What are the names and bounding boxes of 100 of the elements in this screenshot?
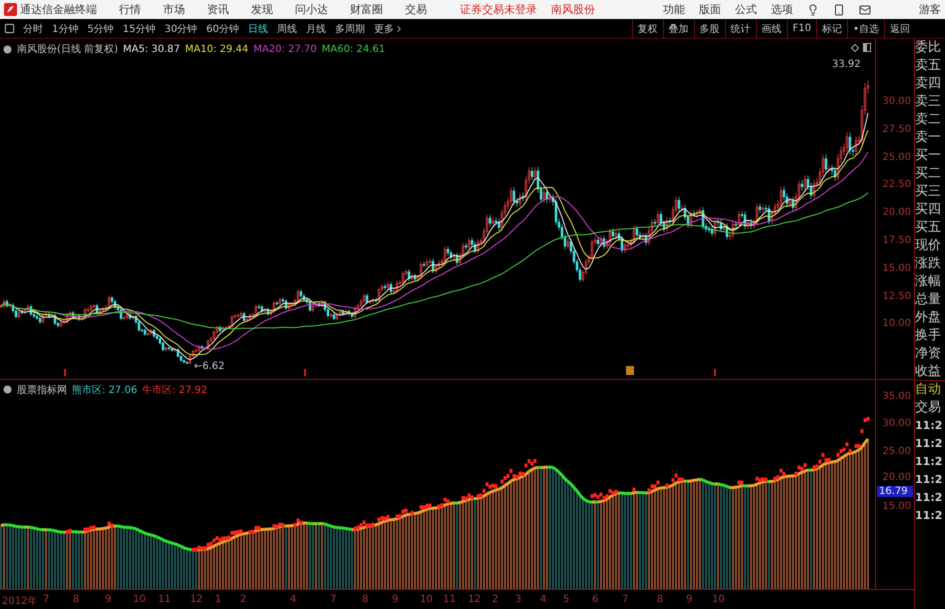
menu-item[interactable]: 问小达: [295, 2, 328, 17]
period-tab[interactable]: 月线: [306, 22, 326, 36]
trade-time: 11:2: [915, 472, 944, 488]
quote-label: 买四: [915, 201, 942, 219]
quote-label: 买二: [915, 165, 942, 183]
time-axis-label: 7: [622, 594, 628, 606]
trade-time: 11:2: [915, 454, 944, 470]
quote-label: 卖三: [915, 93, 942, 111]
trade-time: 11:2: [915, 490, 944, 506]
menu-item[interactable]: 资讯: [207, 2, 229, 17]
app-title: 通达信金融终端: [20, 2, 97, 17]
indicator-legend: 熊市区: 27.06: [72, 382, 138, 397]
menu-item[interactable]: 财富圈: [350, 2, 383, 17]
period-tab[interactable]: 30分钟: [164, 22, 198, 36]
panel-icon[interactable]: [863, 43, 871, 52]
period-tab[interactable]: 周线: [276, 22, 297, 36]
period-tab[interactable]: 15分钟: [122, 22, 156, 36]
quote-label: 涨跌: [915, 255, 942, 273]
price-axis-label: 25.00: [882, 152, 912, 163]
menu-item[interactable]: 交易: [405, 2, 427, 17]
quote-label: 买三: [915, 183, 942, 201]
time-axis-label: 1: [215, 594, 222, 606]
time-axis-label: 10: [712, 594, 725, 606]
event-marker-icon[interactable]: [64, 369, 66, 376]
period-tab[interactable]: 分时: [23, 22, 43, 36]
square-icon[interactable]: [4, 23, 15, 34]
user-link[interactable]: 游客: [919, 2, 941, 17]
trade-header: 交易: [915, 399, 942, 417]
ma-legend: MA5: 30.87: [122, 44, 180, 54]
price-axis-label: 30.00: [882, 96, 912, 107]
menu-item[interactable]: 公式: [735, 2, 757, 17]
diamond-icon[interactable]: [851, 44, 859, 52]
quote-label: 卖四: [915, 75, 942, 93]
time-axis-label: 9: [392, 594, 398, 606]
price-axis-label: 10.00: [882, 318, 912, 330]
time-axis-label: 2012年: [2, 595, 38, 608]
indicator-axis-label: 15.00: [882, 500, 912, 512]
time-axis-label: 8: [362, 594, 368, 606]
time-axis-label: 2: [492, 594, 498, 606]
menu-item[interactable]: 功能: [663, 2, 685, 17]
quote-label: 现价: [915, 237, 942, 255]
ma-legend: MA20: 27.70: [253, 44, 317, 54]
time-axis-label: 4: [540, 594, 546, 606]
ma-legend: MA60: 24.61: [322, 44, 386, 54]
price-axis-label: 22.50: [882, 179, 912, 190]
period-tab[interactable]: 60分钟: [206, 22, 239, 36]
time-axis-label: 11: [443, 594, 456, 606]
period-tab[interactable]: 更多: [374, 22, 404, 36]
time-axis-label: 8: [657, 594, 664, 606]
indicator-title: 股票指标网: [17, 384, 67, 397]
menu-item[interactable]: 版面: [699, 2, 721, 17]
current-value-tag: 16.79: [877, 486, 914, 497]
trade-time: 11:2: [915, 436, 944, 452]
ma-legend: MA10: 29.44: [185, 44, 248, 54]
indicator-axis-label: 30.00: [882, 418, 912, 430]
menu-item[interactable]: 行情: [119, 2, 141, 17]
period-tab[interactable]: 5分钟: [87, 22, 114, 36]
time-axis-label: 9: [105, 594, 112, 606]
quote-label: 委比: [915, 39, 942, 57]
indicator-axis-label: 35.00: [882, 390, 912, 402]
period-tab[interactable]: 日线: [248, 22, 268, 36]
menu-item[interactable]: 发现: [251, 2, 273, 17]
event-marker-icon[interactable]: [626, 366, 634, 375]
trade-time: 11:2: [915, 508, 944, 524]
quote-label: 卖二: [915, 111, 942, 129]
login-status: 证券交易未登录: [460, 2, 537, 17]
event-marker-icon[interactable]: [304, 369, 306, 376]
period-tab[interactable]: 1分钟: [52, 22, 78, 36]
quote-label: 卖五: [915, 57, 942, 75]
quote-label: 外盘: [915, 309, 942, 327]
time-axis-label: 10: [133, 594, 146, 606]
event-marker-icon[interactable]: [714, 369, 716, 376]
time-axis-label: 10: [420, 594, 433, 606]
time-axis-label: 11: [158, 594, 171, 606]
mail-icon[interactable]: [859, 4, 871, 16]
quote-label: 涨幅: [915, 273, 942, 291]
quote-label: 换手: [915, 327, 942, 345]
quote-label: 净资: [915, 345, 942, 363]
price-axis-label: 17.50: [882, 235, 912, 246]
time-axis-label: 2: [240, 594, 246, 606]
price-axis-label: 15.00: [882, 262, 912, 274]
menu-item[interactable]: 选项: [771, 2, 793, 17]
time-axis-label: 5: [563, 594, 570, 606]
time-axis-label: 7: [330, 594, 336, 606]
indicator-legend: 牛市区: 27.92: [142, 382, 208, 397]
circle-icon[interactable]: [3, 385, 12, 394]
quote-label: 卖一: [915, 129, 942, 147]
price-axis-label: 12.50: [882, 290, 912, 302]
lightbulb-icon[interactable]: [807, 4, 819, 16]
circle-icon[interactable]: [3, 44, 12, 54]
high-price-label: 33.92: [832, 59, 861, 70]
phone-icon[interactable]: [833, 4, 845, 16]
logo-icon: [4, 3, 17, 16]
menu-item[interactable]: 市场: [163, 2, 185, 17]
quote-label: 收益: [915, 363, 942, 381]
price-axis-label: 27.50: [882, 124, 912, 135]
period-tab[interactable]: 多周期: [334, 22, 365, 36]
trade-header: 自动: [915, 381, 942, 399]
quote-label: 买一: [915, 147, 942, 165]
time-axis-label: 12: [190, 594, 203, 606]
